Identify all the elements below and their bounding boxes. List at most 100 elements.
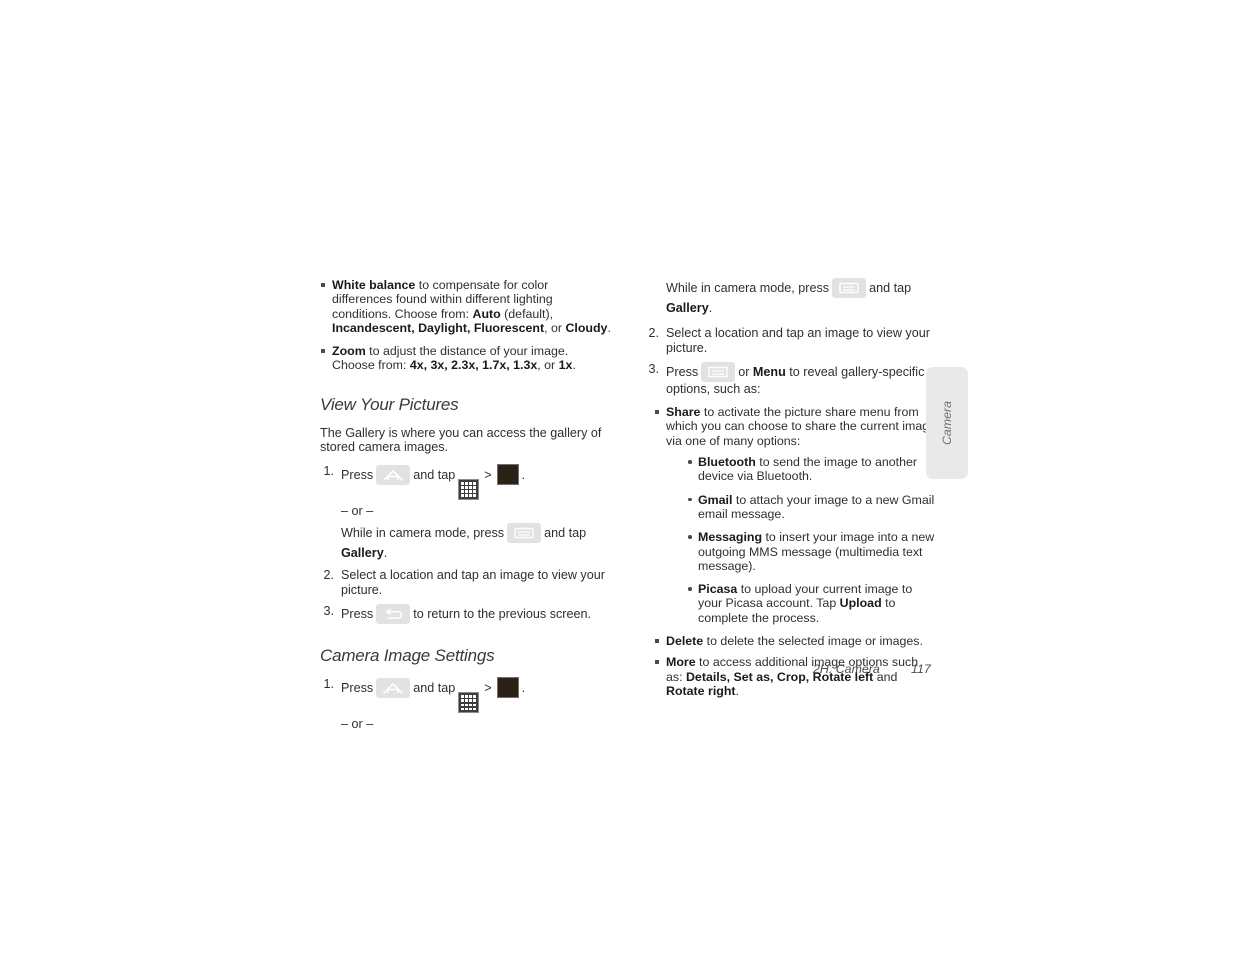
- step-1-and-tap-label: and tap: [413, 467, 456, 482]
- option-delete: Delete to delete the selected image or i…: [654, 634, 937, 648]
- icon-separator-arrow: >: [484, 467, 492, 482]
- step-1-or-separator: – or –: [341, 504, 374, 519]
- footer-chapter-title: 2H. Camera: [813, 662, 880, 676]
- gallery-options-list: Share to activate the picture share menu…: [645, 405, 937, 698]
- zoom-text-c: .: [572, 358, 576, 373]
- term-white-balance: White balance: [332, 278, 416, 292]
- settings-step-1-line: Press and tap >.: [341, 677, 612, 714]
- white-balance-text-c: , or: [544, 320, 566, 335]
- white-balance-text-b: (default),: [500, 306, 554, 321]
- option-share: Share to activate the picture share menu…: [654, 405, 937, 625]
- gallery-step-2-number: 2.: [648, 325, 659, 340]
- footer-page-number: 117: [911, 662, 931, 676]
- icon-separator-arrow: >: [484, 681, 492, 696]
- step-1-alt-prefix: While in camera mode, press: [341, 525, 505, 540]
- picasa-upload-emphasis: Upload: [839, 596, 882, 611]
- step-1-alt-target-line: Gallery.: [341, 546, 612, 561]
- back-key-icon[interactable]: [376, 604, 411, 625]
- app-launcher-grid-icon[interactable]: [458, 479, 480, 501]
- list-item-zoom: Zoom to adjust the distance of your imag…: [320, 344, 612, 373]
- settings-step-1-press-label: Press: [341, 681, 374, 696]
- gallery-step-3-menu-label: Menu: [752, 365, 786, 380]
- step-2-number: 2.: [323, 567, 334, 582]
- sub-option-messaging: Messaging to insert your image into a ne…: [687, 530, 937, 573]
- term-bluetooth: Bluetooth: [698, 455, 756, 470]
- image-settings-steps: 1. Press and tap >. – or –: [320, 677, 612, 732]
- more-text-c: .: [735, 683, 739, 698]
- white-balance-option-cloudy: Cloudy: [565, 320, 608, 335]
- gallery-step-2-text: Select a location and tap an image to vi…: [666, 325, 930, 355]
- chapter-side-tab: Camera: [926, 367, 968, 479]
- view-pictures-intro: The Gallery is where you can access the …: [320, 425, 602, 455]
- white-balance-text-d: .: [607, 320, 611, 335]
- continued-alt-suffix: .: [708, 301, 713, 315]
- left-column: White balance to compensate for color di…: [320, 278, 612, 739]
- continued-alt-line: While in camera mode, press and tap: [666, 278, 937, 298]
- camera-settings-continued-list: White balance to compensate for color di…: [320, 278, 612, 373]
- chapter-side-tab-label: Camera: [940, 400, 954, 446]
- step-1-alternative: While in camera mode, press and tap: [341, 522, 612, 543]
- delete-text: to delete the selected image or images.: [703, 634, 923, 649]
- home-key-icon[interactable]: [376, 678, 411, 699]
- term-delete: Delete: [666, 634, 704, 649]
- heading-camera-image-settings: Camera Image Settings: [320, 646, 495, 666]
- view-pictures-steps: 1. Press and tap >. – or – While in camera…: [320, 463, 612, 625]
- continued-step-alt: While in camera mode, press and tap Galle…: [645, 278, 937, 316]
- home-key-icon[interactable]: [376, 464, 411, 485]
- zoom-option-1x: 1x: [558, 358, 573, 373]
- step-1: 1. Press and tap >. – or – While in camera…: [320, 463, 612, 561]
- right-column: While in camera mode, press and tap Galle…: [645, 278, 937, 707]
- share-sub-options: Bluetooth to send the image to another d…: [666, 455, 937, 625]
- step-1-trailing-period: .: [521, 467, 526, 482]
- white-balance-options-mid: Incandescent, Daylight, Fluorescent: [332, 320, 545, 335]
- gallery-step-3-press-label: Press: [666, 365, 699, 380]
- term-share: Share: [666, 405, 701, 420]
- gmail-text: to attach your image to a new Gmail emai…: [698, 492, 935, 521]
- settings-step-1-or-separator: – or –: [341, 717, 374, 732]
- continued-alt-prefix: While in camera mode, press: [666, 281, 830, 295]
- menu-key-icon[interactable]: [507, 522, 542, 543]
- step-1-alt-target: Gallery: [341, 545, 384, 560]
- term-picasa: Picasa: [698, 582, 738, 597]
- term-messaging: Messaging: [698, 530, 763, 545]
- settings-step-1-and-tap-label: and tap: [413, 681, 456, 696]
- settings-step-1-trailing-period: .: [521, 681, 526, 696]
- app-launcher-grid-icon[interactable]: [458, 692, 480, 714]
- step-3: 3. Press to return to the previous screen…: [320, 604, 612, 625]
- term-gmail: Gmail: [698, 492, 733, 507]
- gallery-thumbnail-icon[interactable]: [496, 463, 519, 485]
- gallery-thumbnail-icon[interactable]: [496, 677, 519, 699]
- gallery-step-3-or-label: or: [738, 365, 750, 380]
- menu-key-icon[interactable]: [701, 362, 736, 383]
- gallery-step-3: 3. Press or Menu to reveal gallery-specif…: [645, 362, 937, 397]
- zoom-options: 4x, 3x, 2.3x, 1.7x, 1.3x: [409, 358, 538, 373]
- step-1-number: 1.: [323, 463, 334, 478]
- continued-alt-mid: and tap: [869, 281, 912, 295]
- gallery-steps-continued: While in camera mode, press and tap Galle…: [645, 278, 937, 397]
- sub-option-bluetooth: Bluetooth to send the image to another d…: [687, 455, 937, 484]
- settings-step-1: 1. Press and tap >. – or –: [320, 677, 612, 732]
- share-text: to activate the picture share menu from …: [666, 405, 936, 448]
- step-1-alt-suffix: .: [383, 545, 388, 560]
- page-footer: 2H. Camera 117: [645, 662, 935, 680]
- heading-view-your-pictures: View Your Pictures: [320, 394, 459, 414]
- step-3-press-label: Press: [341, 607, 374, 622]
- step-3-line: Press to return to the previous screen.: [341, 604, 612, 625]
- manual-page: White balance to compensate for color di…: [0, 0, 1235, 954]
- step-3-number: 3.: [323, 604, 334, 619]
- sub-option-gmail: Gmail to attach your image to a new Gmai…: [687, 493, 937, 522]
- step-1-alt-mid: and tap: [544, 525, 587, 540]
- step-2: 2. Select a location and tap an image to…: [320, 568, 612, 598]
- continued-alt-target-line: Gallery.: [666, 301, 937, 316]
- menu-key-icon[interactable]: [832, 278, 867, 298]
- list-item-white-balance: White balance to compensate for color di…: [320, 278, 612, 335]
- gallery-step-2: 2. Select a location and tap an image to…: [645, 326, 937, 356]
- zoom-text-b: , or: [537, 358, 559, 373]
- continued-alt-target: Gallery: [666, 301, 709, 315]
- step-1-press-label: Press: [341, 467, 374, 482]
- sub-option-picasa: Picasa to upload your current image to y…: [687, 582, 937, 625]
- more-emphasis-b: Rotate right: [666, 683, 736, 698]
- step-2-text: Select a location and tap an image to vi…: [341, 567, 605, 597]
- settings-step-1-number: 1.: [323, 677, 334, 692]
- gallery-step-3-line: Press or Menu to reveal gallery-specific …: [666, 362, 937, 397]
